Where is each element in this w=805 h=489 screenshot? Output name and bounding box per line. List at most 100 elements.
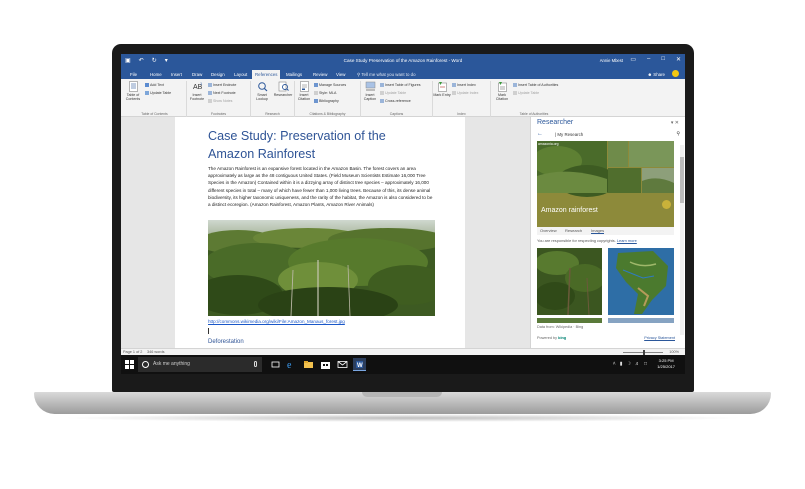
share-button[interactable]: ☻ Share bbox=[647, 72, 665, 77]
pane-close-icon[interactable]: ▾ ✕ bbox=[671, 120, 679, 126]
insert-table-of-authorities-label: Insert Table of Authorities bbox=[518, 83, 559, 87]
edge-icon[interactable]: e bbox=[285, 358, 298, 371]
store-icon[interactable] bbox=[319, 358, 332, 371]
privacy-statement-link[interactable]: Privacy Statement bbox=[644, 336, 675, 340]
mail-icon[interactable] bbox=[336, 358, 349, 371]
show-notes-button[interactable]: Show Notes bbox=[208, 99, 233, 104]
more-image-results[interactable] bbox=[537, 318, 674, 323]
manage-sources-button[interactable]: Manage Sources bbox=[314, 83, 346, 88]
topic-card-expand-icon[interactable] bbox=[662, 200, 671, 209]
researcher-scrollbar-thumb[interactable] bbox=[680, 157, 684, 203]
document-page[interactable]: Case Study: Preservation of the Amazon R… bbox=[175, 117, 465, 348]
amazon-map-image-result[interactable] bbox=[608, 248, 674, 315]
laptop-screen: ▣ ↶ ↻ ▾ Case Study Preservation of the A… bbox=[121, 54, 685, 374]
close-icon[interactable]: ✕ bbox=[676, 56, 681, 63]
system-tray: ˄ ▮ ☽ ♬ □ bbox=[613, 361, 647, 367]
notifications-icon[interactable]: □ bbox=[644, 361, 647, 367]
smart-lookup-button[interactable]: Smart Lookup bbox=[252, 81, 272, 101]
update-table-captions-button[interactable]: Update Table bbox=[380, 91, 406, 96]
word-count[interactable]: 346 words bbox=[147, 350, 165, 354]
show-notes-label: Show Notes bbox=[213, 99, 233, 103]
tab-home[interactable]: Home bbox=[147, 70, 165, 79]
windows-start-icon[interactable] bbox=[125, 360, 134, 369]
image-source-link[interactable]: http://commons.wikimedia.org/wiki/File:A… bbox=[208, 319, 345, 324]
insert-table-of-authorities-button[interactable]: Insert Table of Authorities bbox=[513, 83, 559, 88]
tab-mailings[interactable]: Mailings bbox=[283, 70, 305, 79]
tab-view[interactable]: View bbox=[333, 70, 348, 79]
network-icon[interactable]: ☽ bbox=[626, 361, 630, 367]
tab-overview[interactable]: Overview bbox=[540, 228, 557, 233]
learn-more-link[interactable]: Learn more bbox=[617, 238, 637, 243]
researcher-search-icon[interactable]: ⚲ bbox=[676, 131, 680, 137]
document-paragraph[interactable]: The Amazon Rainforest is an expansive fo… bbox=[208, 165, 436, 208]
page-count[interactable]: Page 1 of 2 bbox=[123, 350, 142, 354]
add-text-button[interactable]: Add Text bbox=[145, 83, 164, 88]
update-table-toc-label: Update Table bbox=[150, 91, 172, 95]
word-icon[interactable]: W bbox=[353, 358, 366, 371]
tab-review[interactable]: Review bbox=[310, 70, 330, 79]
update-index-label: Update Index bbox=[457, 91, 479, 95]
back-arrow-icon[interactable]: ← bbox=[537, 131, 543, 138]
tab-research[interactable]: Research bbox=[565, 228, 582, 233]
researcher-label: Researcher bbox=[273, 93, 293, 97]
tab-references[interactable]: References bbox=[252, 70, 281, 79]
insert-citation-label: Insert Citation bbox=[297, 93, 311, 101]
update-table-authorities-button[interactable]: Update Table bbox=[513, 91, 539, 96]
tell-me-box[interactable]: ⚲ Tell me what you want to do bbox=[357, 72, 416, 78]
insert-citation-icon bbox=[299, 81, 309, 92]
rainforest-image-result[interactable] bbox=[537, 248, 602, 315]
insert-footnote-label: Insert Footnote bbox=[189, 93, 205, 101]
insert-table-of-figures-button[interactable]: Insert Table of Figures bbox=[380, 83, 421, 88]
insert-index-button[interactable]: Insert Index bbox=[452, 83, 476, 88]
tab-design[interactable]: Design bbox=[208, 70, 228, 79]
researcher-button[interactable]: Researcher bbox=[272, 81, 294, 97]
citation-style-select[interactable]: Style: MLA bbox=[314, 91, 336, 96]
insert-citation-button[interactable]: Insert Citation bbox=[295, 81, 313, 101]
user-name[interactable]: Annie Mbest bbox=[600, 58, 623, 63]
bibliography-label: Bibliography bbox=[319, 99, 339, 103]
topic-card[interactable]: amazonia.org Amazon rainforest bbox=[537, 141, 674, 235]
minimize-icon[interactable]: – bbox=[647, 56, 650, 63]
rainforest-photo[interactable] bbox=[208, 220, 435, 316]
researcher-breadcrumb[interactable]: | My Research bbox=[555, 132, 583, 137]
tab-draw[interactable]: Draw bbox=[189, 70, 205, 79]
zoom-level[interactable]: 100% bbox=[669, 350, 679, 354]
researcher-nav: ← | My Research ⚲ bbox=[537, 131, 680, 139]
microphone-icon[interactable] bbox=[254, 361, 257, 367]
table-of-contents-label: Table of Contents bbox=[125, 93, 141, 101]
battery-icon[interactable]: ▮ bbox=[620, 361, 623, 367]
tray-chevron-icon[interactable]: ˄ bbox=[613, 361, 616, 367]
deforestation-heading[interactable]: Deforestation bbox=[208, 339, 244, 345]
table-of-figures-icon bbox=[380, 83, 384, 88]
volume-icon[interactable]: ♬ bbox=[635, 361, 640, 367]
mark-entry-button[interactable]: Mark Entry bbox=[433, 81, 451, 97]
topic-card-title[interactable]: Amazon rainforest bbox=[541, 207, 598, 214]
mark-citation-button[interactable]: Mark Citation bbox=[492, 81, 512, 101]
table-of-contents-icon bbox=[128, 81, 138, 92]
next-footnote-button[interactable]: Next Footnote bbox=[208, 91, 236, 96]
ribbon-display-icon[interactable]: ▭ bbox=[630, 56, 636, 63]
tab-images[interactable]: Images bbox=[591, 228, 605, 234]
tab-file[interactable]: File bbox=[127, 70, 140, 79]
group-table-of-contents: Table of Contents Add Text Update Table … bbox=[123, 81, 187, 117]
insert-caption-button[interactable]: Insert Caption bbox=[361, 81, 379, 101]
cortana-search-box[interactable]: Ask me anything bbox=[138, 357, 262, 372]
insert-endnote-button[interactable]: Insert Endnote bbox=[208, 83, 236, 88]
taskbar-clock[interactable]: 3:25 PM 1/25/2017 bbox=[657, 358, 675, 370]
insert-footnote-button[interactable]: AB 1 Insert Footnote bbox=[188, 81, 206, 101]
document-title[interactable]: Case Study: Preservation of the Amazon R… bbox=[208, 127, 418, 163]
maximize-icon[interactable]: □ bbox=[661, 56, 665, 63]
table-of-contents-button[interactable]: Table of Contents bbox=[124, 81, 142, 101]
tab-insert[interactable]: Insert bbox=[168, 70, 185, 79]
tab-layout[interactable]: Layout bbox=[231, 70, 250, 79]
cross-reference-button[interactable]: Cross-reference bbox=[380, 99, 411, 104]
update-table-toc-button[interactable]: Update Table bbox=[145, 91, 172, 96]
feedback-smiley-icon[interactable] bbox=[672, 70, 679, 77]
ribbon-tabs: File Home Insert Draw Design Layout Refe… bbox=[121, 68, 685, 79]
bibliography-button[interactable]: Bibliography bbox=[314, 99, 339, 104]
update-index-button[interactable]: Update Index bbox=[452, 91, 479, 96]
file-explorer-icon[interactable] bbox=[302, 358, 315, 371]
next-footnote-label: Next Footnote bbox=[213, 91, 236, 95]
task-view-icon[interactable] bbox=[269, 358, 282, 371]
clock-date: 1/25/2017 bbox=[657, 364, 675, 369]
